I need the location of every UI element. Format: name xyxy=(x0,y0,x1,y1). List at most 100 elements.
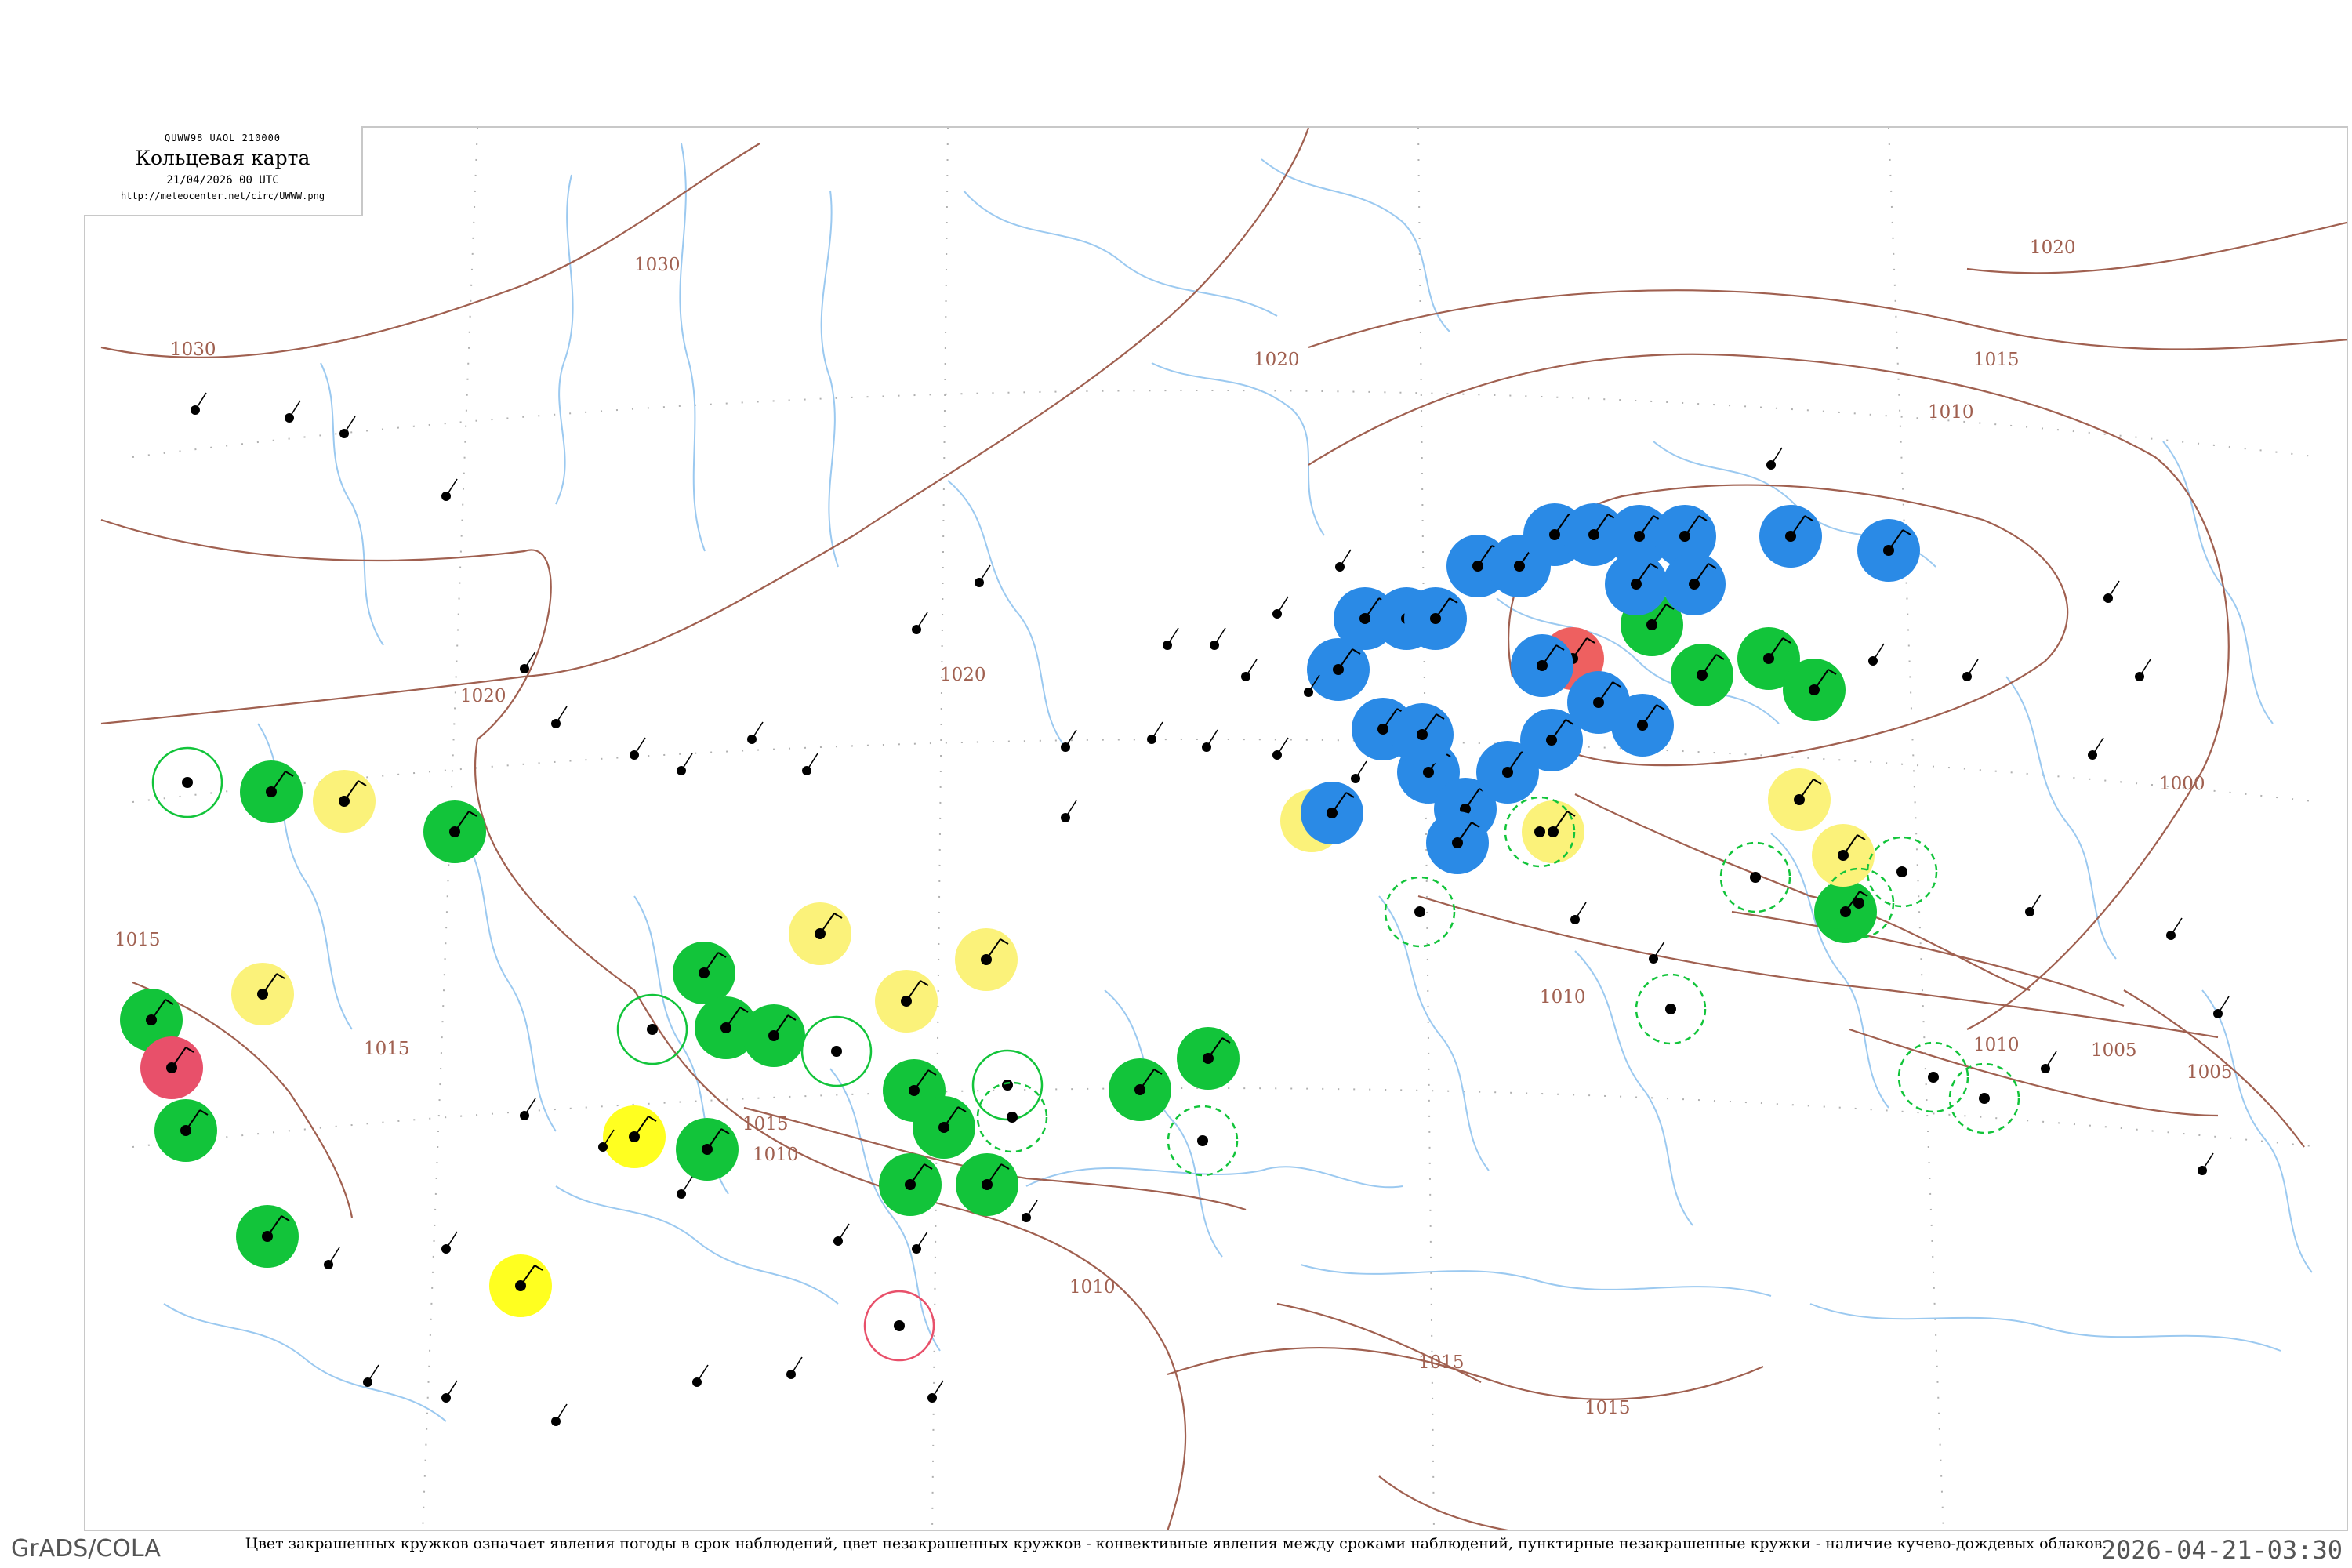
wind-barb xyxy=(1872,643,1885,662)
wind-barb xyxy=(524,1098,536,1116)
wind-barb xyxy=(445,1231,458,1250)
station-marker xyxy=(489,1254,552,1317)
station-marker xyxy=(1307,638,1370,701)
map-title-box: QUWW98 UAOL 210000 Кольцевая карта 21/04… xyxy=(84,126,363,216)
river-line xyxy=(1574,950,1693,1226)
station-dot xyxy=(1197,1135,1208,1146)
wind-barb xyxy=(1245,659,1258,677)
station-marker xyxy=(879,1153,942,1216)
wind-barb xyxy=(555,1403,568,1422)
wind-barb xyxy=(328,1247,340,1265)
wind-barb xyxy=(681,753,693,771)
wind-barb xyxy=(2045,1051,2057,1069)
station-marker xyxy=(1768,768,1831,831)
station-marker xyxy=(1426,811,1489,874)
station-marker xyxy=(616,993,688,1065)
grid-line xyxy=(132,739,2321,803)
wind-barb xyxy=(751,721,764,740)
bulletin-code: QUWW98 UAOL 210000 xyxy=(164,132,281,143)
station-marker xyxy=(863,1290,935,1362)
station-marker xyxy=(789,902,851,965)
isobar-line xyxy=(1378,1475,1509,1530)
station-marker xyxy=(1177,1027,1240,1090)
station-dot xyxy=(1979,1093,1990,1104)
wind-barb xyxy=(1276,737,1289,756)
footer-timestamp: 2026-04-21-03:30 xyxy=(2100,1535,2343,1565)
wind-barb xyxy=(2107,580,2120,599)
station-marker xyxy=(1109,1058,1171,1121)
river-line xyxy=(2162,441,2274,724)
isobar-pressure-label: 1010 xyxy=(1540,987,1586,1007)
isobar-pressure-label: 1000 xyxy=(2159,774,2205,794)
wind-barb xyxy=(367,1364,379,1383)
station-marker xyxy=(151,746,223,818)
station-dot xyxy=(182,777,193,788)
station-marker xyxy=(140,1036,203,1099)
station-marker xyxy=(1857,519,1920,582)
station-marker xyxy=(154,1099,217,1162)
wind-barb xyxy=(633,737,646,756)
footer-software: GrADS/COLA xyxy=(11,1535,161,1563)
wind-barb xyxy=(681,1176,693,1195)
wind-barb xyxy=(445,478,458,497)
river-line xyxy=(820,190,839,568)
station-dot xyxy=(1534,826,1545,837)
station-markers xyxy=(120,392,2230,1426)
map-caption: Цвет закрашенных кружков означает явлени… xyxy=(245,1535,2107,1552)
wind-barb xyxy=(445,1380,458,1399)
river-line xyxy=(679,143,706,552)
wind-barb xyxy=(289,400,301,419)
wind-barb xyxy=(1276,596,1289,615)
grid-line xyxy=(1888,128,1944,1530)
grid-line xyxy=(931,128,949,1530)
wind-barb xyxy=(1167,627,1179,646)
river-line xyxy=(1151,362,1325,536)
rivers-and-coastlines xyxy=(163,143,2313,1422)
station-marker xyxy=(1391,703,1454,766)
station-marker xyxy=(913,1096,975,1159)
station-marker xyxy=(673,942,735,1004)
station-marker xyxy=(231,963,294,1025)
wind-barb xyxy=(2170,917,2183,936)
wind-barb xyxy=(1574,902,1587,920)
wind-barb xyxy=(2217,996,2230,1014)
station-marker xyxy=(1635,973,1707,1045)
station-marker xyxy=(1404,587,1467,650)
river-line xyxy=(461,833,557,1132)
grid-line xyxy=(132,1087,2321,1148)
isobar-pressure-label: 1020 xyxy=(1254,350,1300,370)
map-date: 21/04/2026 00 UTC xyxy=(166,174,279,187)
wind-barb xyxy=(1151,721,1163,740)
isobar-pressure-label: 1010 xyxy=(1928,402,1974,423)
wind-barb xyxy=(837,1223,850,1242)
isobar-pressure-label: 1030 xyxy=(170,339,216,360)
station-marker xyxy=(1783,659,1846,721)
wind-barb xyxy=(1206,729,1218,748)
wind-barb xyxy=(1065,800,1077,818)
wind-barb xyxy=(343,416,356,434)
station-dot xyxy=(1853,898,1864,909)
station-dot xyxy=(1002,1080,1013,1091)
river-line xyxy=(2201,989,2313,1273)
station-dot xyxy=(1665,1004,1676,1014)
wind-barb xyxy=(2201,1152,2214,1171)
wind-barb xyxy=(1355,760,1367,779)
isobar-pressure-label: 1020 xyxy=(460,686,506,706)
station-marker xyxy=(742,1004,805,1067)
wind-barb xyxy=(1025,1200,1038,1218)
wind-barb xyxy=(916,1231,928,1250)
station-marker xyxy=(976,1081,1048,1153)
station-marker xyxy=(1759,505,1822,568)
wind-barb xyxy=(1770,447,1783,466)
isobar-pressure-label: 1030 xyxy=(634,255,681,275)
station-marker xyxy=(1611,694,1674,757)
river-line xyxy=(320,362,384,646)
isobar-pressure-label: 1015 xyxy=(1418,1352,1465,1373)
isobar-line xyxy=(1308,353,2230,1030)
station-dot xyxy=(1414,906,1425,917)
station-dot xyxy=(1007,1112,1018,1123)
isobar-pressure-label: 1015 xyxy=(742,1114,789,1134)
wind-barb xyxy=(2029,894,2042,913)
map-title: Кольцевая карта xyxy=(135,147,310,169)
station-marker xyxy=(956,1153,1018,1216)
